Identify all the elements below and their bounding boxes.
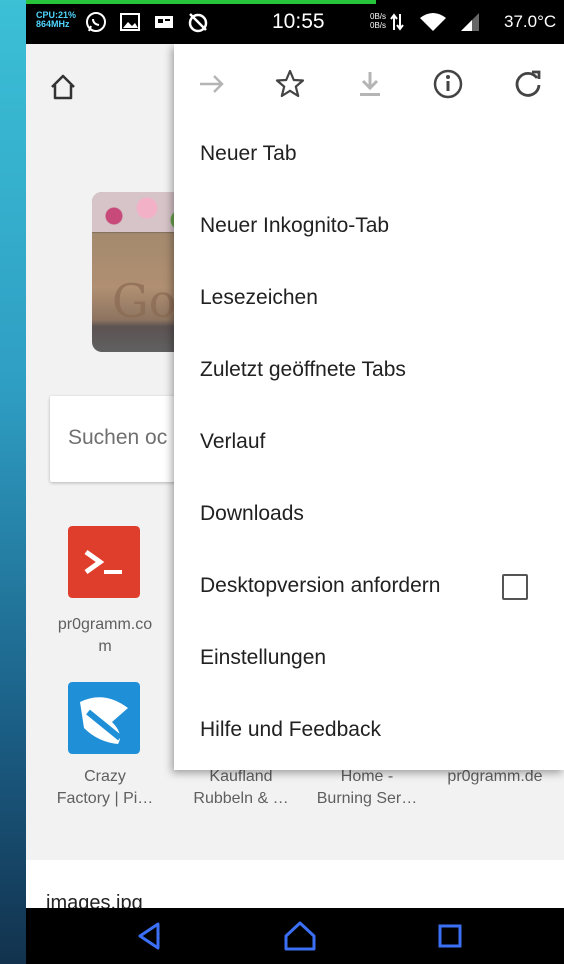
menu-item-request-desktop-site[interactable]: Desktopversion anfordern: [174, 552, 564, 624]
menu-item-downloads[interactable]: Downloads: [174, 480, 564, 552]
menu-item-label: Downloads: [200, 502, 304, 525]
phone-screen: CPU:21% 864MHz 10:55 0B/s 0B/s 37.0°C Go…: [26, 0, 564, 964]
signal-icon: [461, 13, 479, 31]
menu-item-label: Verlauf: [200, 430, 266, 453]
tile-burning-series[interactable]: Home - Burning Ser…: [302, 766, 432, 810]
forward-icon[interactable]: [196, 68, 228, 100]
menu-toolbar: [174, 44, 564, 124]
wifi-icon: [420, 13, 446, 31]
desktop-site-checkbox[interactable]: [502, 574, 528, 600]
menu-item-label: Zuletzt geöffnete Tabs: [200, 358, 406, 381]
menu-item-label: Neuer Inkognito-Tab: [200, 214, 390, 237]
search-placeholder: Suchen oc: [68, 426, 168, 449]
status-bar: CPU:21% 864MHz 10:55 0B/s 0B/s 37.0°C: [26, 0, 564, 44]
tile-label-line2: m: [98, 638, 112, 655]
menu-item-settings[interactable]: Einstellungen: [174, 624, 564, 696]
tile-label-line1: Crazy: [84, 768, 126, 785]
download-icon[interactable]: [354, 68, 386, 100]
tile-kaufland[interactable]: Kaufland Rubbeln & …: [176, 766, 306, 810]
recents-icon[interactable]: [432, 918, 468, 954]
menu-item-help-feedback[interactable]: Hilfe und Feedback: [174, 696, 564, 768]
menu-item-label: Neuer Tab: [200, 142, 297, 165]
desktop-background: [0, 0, 26, 964]
tile-label-line2: Factory | Pi…: [56, 790, 154, 807]
tile-label-line1: pr0gramm.co: [57, 616, 153, 633]
net-download: 0B/s: [370, 21, 387, 30]
overflow-menu: Neuer Tab Neuer Inkognito-Tab Lesezeiche…: [174, 44, 564, 770]
cpu-readout: CPU:21% 864MHz: [36, 11, 76, 29]
terminal-icon: [68, 526, 140, 598]
network-speed: 0B/s 0B/s: [370, 12, 386, 30]
crazy-factory-icon: [68, 682, 140, 754]
info-icon[interactable]: [432, 68, 464, 100]
menu-item-recent-tabs[interactable]: Zuletzt geöffnete Tabs: [174, 336, 564, 408]
home-nav-icon[interactable]: [282, 918, 318, 954]
cast-icon: [155, 16, 173, 28]
tile-label-line2: Burning Ser…: [316, 790, 418, 807]
menu-item-bookmarks[interactable]: Lesezeichen: [174, 264, 564, 336]
doodle-logo-letters: Go: [112, 274, 177, 328]
home-icon[interactable]: [48, 72, 78, 102]
bookmark-star-icon[interactable]: [274, 68, 306, 100]
menu-item-label: Hilfe und Feedback: [200, 718, 381, 741]
clock: 10:55: [272, 10, 325, 33]
data-transfer-icon: [390, 13, 404, 31]
tile-label-line2: Rubbeln & …: [193, 790, 289, 807]
back-icon[interactable]: [132, 918, 168, 954]
reload-icon[interactable]: [512, 68, 544, 100]
tile-label: Crazy Factory | Pi…: [40, 766, 170, 810]
menu-item-label: Lesezeichen: [200, 286, 318, 309]
temperature: 37.0°C: [504, 12, 557, 31]
menu-item-history[interactable]: Verlauf: [174, 408, 564, 480]
no-alarm-icon: [188, 13, 208, 33]
page-load-progress: [26, 0, 376, 4]
net-upload: 0B/s: [370, 12, 387, 21]
navigation-bar: [26, 908, 564, 964]
menu-item-label: Einstellungen: [200, 646, 327, 669]
menu-item-new-incognito-tab[interactable]: Neuer Inkognito-Tab: [174, 192, 564, 264]
tile-label: pr0gramm.co m: [40, 614, 170, 658]
whatsapp-icon: [86, 12, 106, 32]
download-item[interactable]: images.jpg: [26, 860, 564, 914]
cpu-frequency: 864MHz: [36, 19, 70, 29]
menu-item-new-tab[interactable]: Neuer Tab: [174, 120, 564, 192]
menu-item-label: Desktopversion anfordern: [200, 574, 441, 597]
image-icon: [120, 13, 140, 31]
